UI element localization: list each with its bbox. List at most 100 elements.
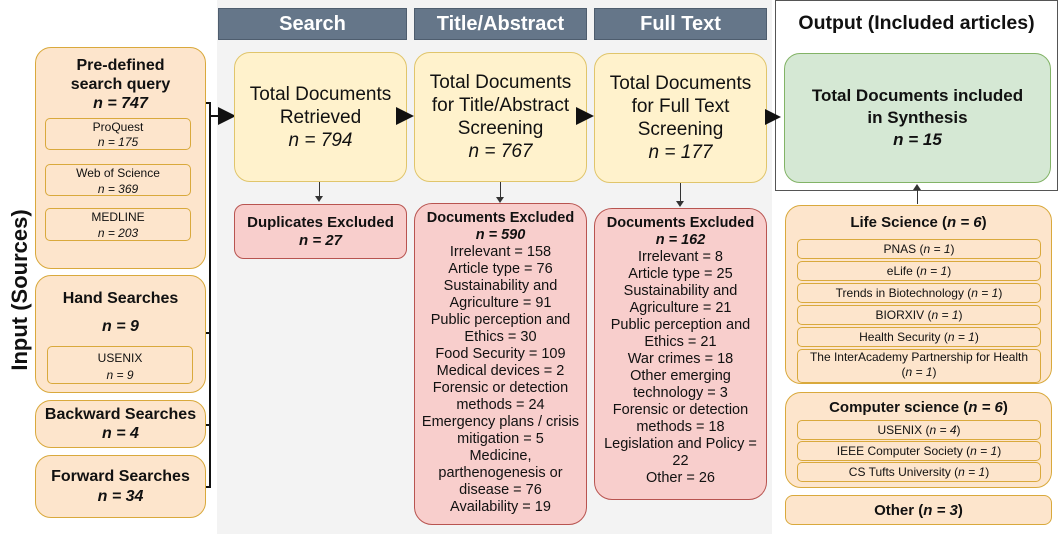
- bracket-tick: [206, 424, 211, 426]
- bracket-line: [209, 102, 211, 487]
- duplicates-excluded-box: Duplicates Excluded n = 27: [234, 204, 407, 259]
- exclusion-reason-line: Emergency plans / crisis: [421, 414, 580, 430]
- source-count: n = 203: [97, 226, 139, 240]
- exclusion-reason-line: Forensic or detection: [612, 402, 749, 418]
- exclusion-reason-line: methods = 18: [636, 419, 725, 435]
- retrieved-line1: Total Documents: [249, 83, 392, 105]
- backward-searches-box: Backward Searches n = 4: [35, 400, 206, 448]
- title-abstract-screening-box: Total Documents for Title/Abstract Scree…: [414, 52, 587, 182]
- ta-line3: Screening: [457, 118, 544, 139]
- life-science-title: Life Science (n = 6): [850, 214, 987, 231]
- journal-name: eLife (: [886, 264, 921, 278]
- exclusion-reason-line: 22: [672, 453, 689, 469]
- source-name: ProQuest: [92, 120, 144, 134]
- journal-item: Health Security (n = 1): [797, 327, 1041, 347]
- exclusion-reason-line: parthenogenesis or: [438, 465, 563, 481]
- journal-item: BIORXIV (n = 1): [797, 305, 1041, 325]
- journal-name: CS Tufts University (: [848, 465, 959, 479]
- source-usenix: USENIX n = 9: [47, 346, 193, 384]
- ta-excluded-title: Documents Excluded: [426, 210, 575, 226]
- retrieved-line2: Retrieved: [279, 106, 362, 128]
- hand-searches-count: n = 9: [102, 318, 139, 335]
- forward-searches-title: Forward Searches: [51, 467, 190, 485]
- journal-item: IEEE Computer Society (n = 1): [797, 441, 1041, 461]
- ta-excluded-reasons: Irrelevant = 158 Article type = 76 Sustain…: [422, 244, 579, 516]
- exclusion-reason-line: Agriculture = 21: [629, 300, 732, 316]
- retrieved-box: Total Documents Retrieved n = 794: [234, 52, 407, 182]
- predefined-count: n = 747: [93, 95, 148, 112]
- arrow-right-icon: [765, 109, 781, 125]
- journal-item: PNAS (n = 1): [797, 239, 1041, 259]
- exclusion-reason-line: Forensic or detection: [432, 380, 569, 396]
- journal-item: CS Tufts University (n = 1): [797, 462, 1041, 482]
- source-count: n = 9: [106, 368, 134, 382]
- forward-searches-count: n = 34: [97, 487, 144, 505]
- journal-count: n = 1: [947, 330, 975, 344]
- source-count: n = 369: [97, 182, 139, 196]
- backward-searches-count: n = 4: [102, 425, 139, 442]
- journal-item: USENIX (n = 4): [797, 420, 1041, 440]
- ft-line1: Total Documents: [609, 73, 752, 94]
- exclusion-reason-line: War crimes = 18: [627, 351, 734, 367]
- stage-header-search: Search: [218, 8, 407, 40]
- predefined-title-1: Pre-defined: [76, 57, 165, 74]
- ft-excluded-box: Documents Excluded n = 162 Irrelevant = …: [594, 208, 767, 500]
- stage-header-full-text: Full Text: [594, 8, 767, 40]
- ta-count: n = 767: [468, 141, 533, 162]
- exclusion-reason-line: disease = 76: [459, 482, 542, 498]
- exclusion-reason-line: Sustainability and: [443, 278, 558, 294]
- exclusion-reason-line: Agriculture = 91: [449, 295, 552, 311]
- ft-excluded-count: n = 162: [655, 232, 706, 248]
- journal-count: n = 1: [970, 444, 998, 458]
- ft-excluded-reasons: Irrelevant = 8 Article type = 25 Sustainab…: [604, 249, 757, 487]
- journal-item: eLife (n = 1): [797, 261, 1041, 281]
- exclusion-reason-line: Legislation and Policy =: [604, 436, 757, 452]
- arrow-up-icon: [913, 184, 921, 190]
- duplicates-title: Duplicates Excluded: [247, 213, 394, 231]
- exclusion-reason-line: Public perception and: [430, 312, 571, 328]
- bracket-tick: [206, 102, 211, 104]
- arrow-down-icon: [676, 201, 684, 207]
- ta-line1: Total Documents: [429, 72, 572, 93]
- connector: [917, 190, 918, 204]
- journal-count: n = 1: [931, 308, 959, 322]
- bracket-tick: [206, 332, 211, 334]
- source-name: MEDLINE: [91, 210, 145, 224]
- journal-count: n = 4: [929, 423, 957, 437]
- connector: [500, 182, 501, 198]
- included-count: n = 15: [893, 130, 942, 149]
- input-sources-label: Input (Sources): [7, 209, 32, 371]
- backward-searches-title: Backward Searches: [44, 406, 197, 423]
- journal-name: Trends in Biotechnology (: [835, 286, 972, 300]
- duplicates-count: n = 27: [299, 231, 342, 249]
- forward-searches-box: Forward Searches n = 34: [35, 455, 206, 518]
- retrieved-count: n = 794: [288, 129, 353, 151]
- ft-count: n = 177: [648, 142, 713, 163]
- output-header: Output (Included articles): [798, 12, 1035, 34]
- exclusion-reason-line: Medicine,: [469, 448, 532, 464]
- source-medline: MEDLINE n = 203: [45, 208, 191, 241]
- exclusion-reason-line: Article type = 25: [628, 266, 733, 282]
- exclusion-reason-line: Sustainability and: [623, 283, 738, 299]
- exclusion-reason-line: Medical devices = 2: [436, 363, 565, 379]
- journal-name: IEEE Computer Society (: [836, 444, 971, 458]
- journal-name: USENIX (: [877, 423, 930, 437]
- arrow-down-icon: [315, 196, 323, 202]
- ft-line2: for Full Text: [631, 96, 730, 117]
- exclusion-reason-line: Other = 26: [646, 470, 715, 486]
- bracket-tick: [206, 486, 211, 488]
- journal-name: Health Security (: [859, 330, 948, 344]
- other-title: Other (n = 3): [874, 501, 963, 519]
- journal-count: n = 1: [923, 242, 951, 256]
- exclusion-reason-line: Article type = 76: [448, 261, 553, 277]
- connector: [680, 183, 681, 203]
- journal-count: n = 1: [971, 286, 999, 300]
- hand-searches-title: Hand Searches: [62, 290, 179, 307]
- source-count: n = 175: [97, 135, 139, 149]
- journal-name: The InterAcademy Partnership for Health: [809, 350, 1029, 364]
- source-proquest: ProQuest n = 175: [45, 118, 191, 150]
- exclusion-reason-line: Irrelevant = 8: [637, 249, 724, 265]
- journal-item: The InterAcademy Partnership for Health(…: [797, 349, 1041, 383]
- arrow-right-icon: [576, 107, 594, 125]
- predefined-title-2: search query: [70, 76, 171, 93]
